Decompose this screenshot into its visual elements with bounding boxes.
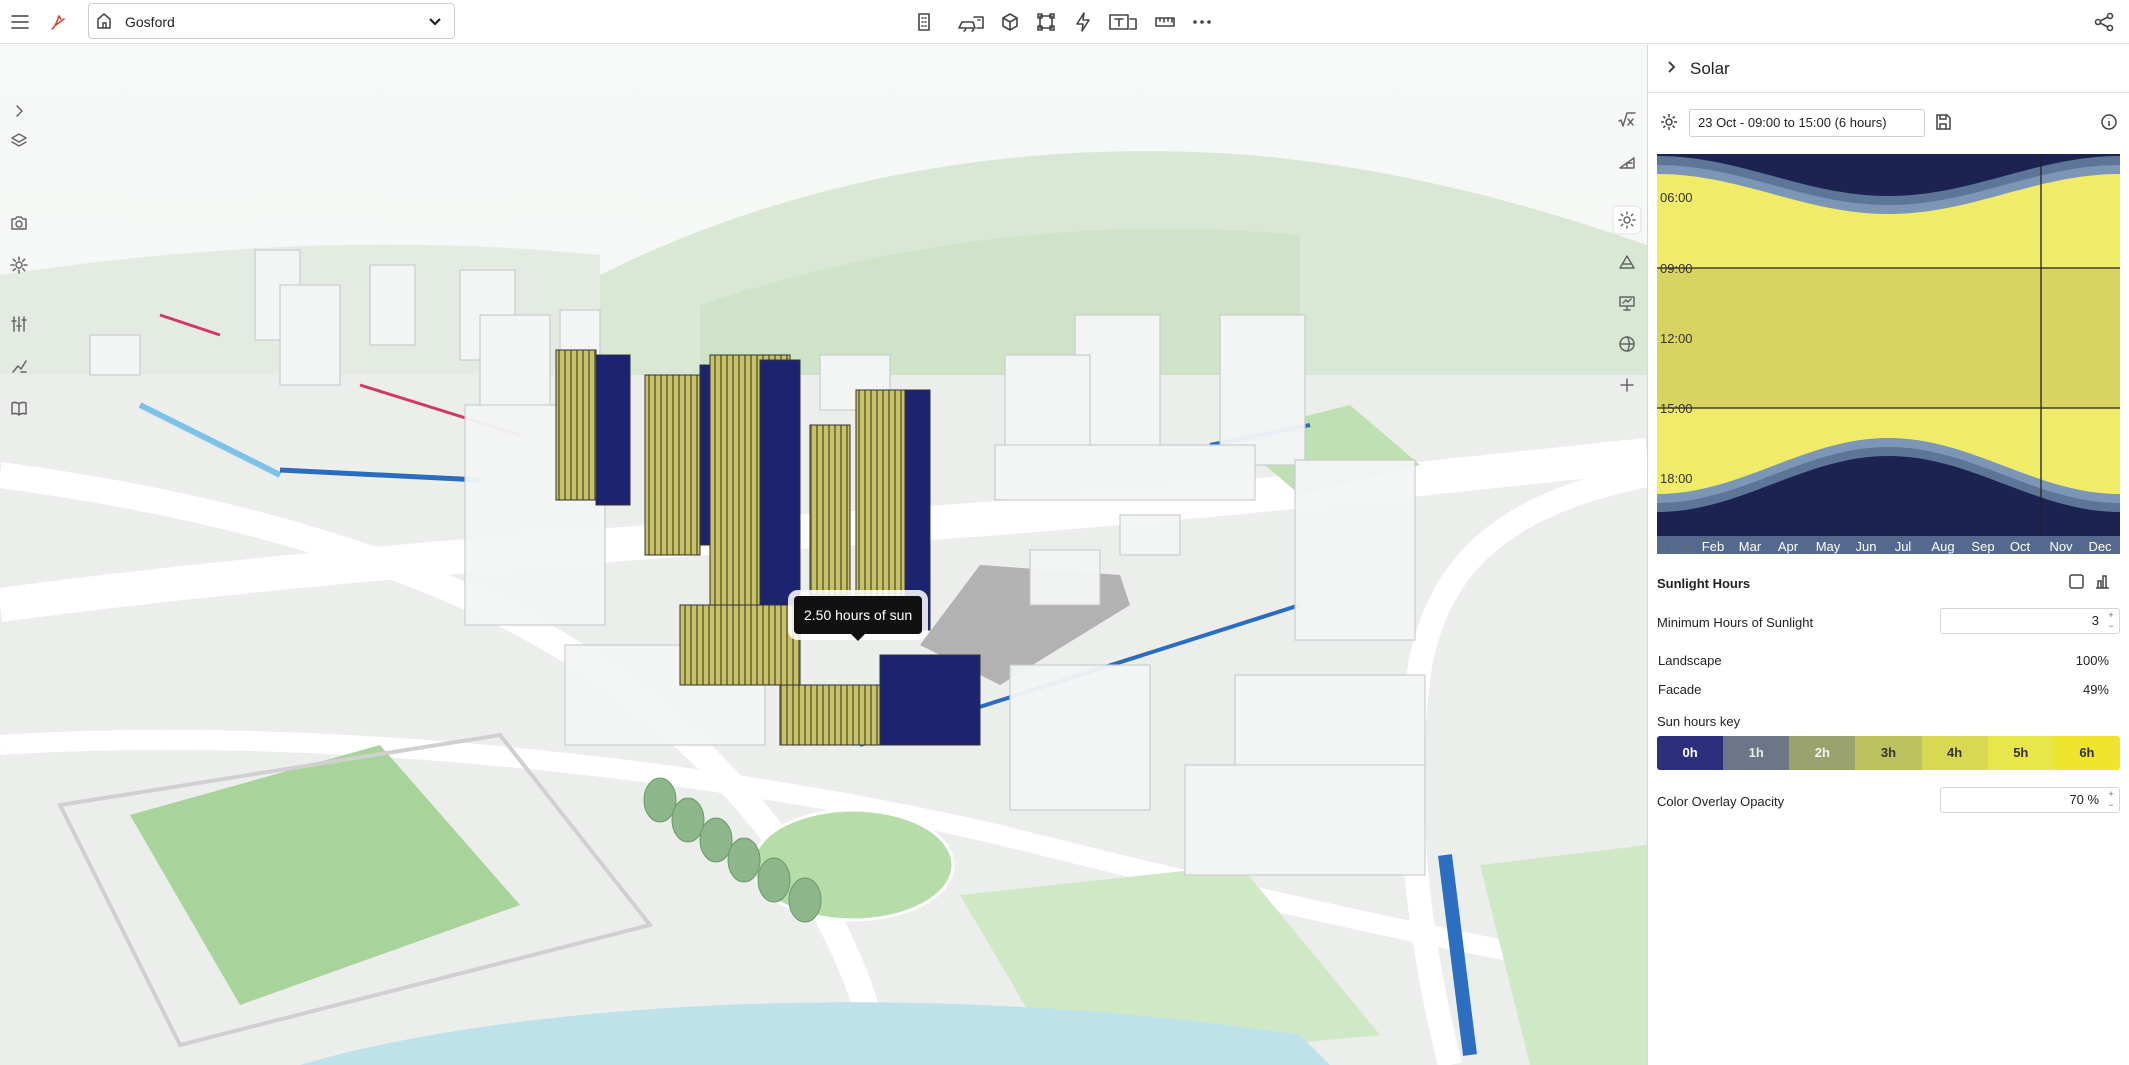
left-tool-rail [0,45,38,425]
sun-key-2h: 2h [1789,736,1856,770]
building-icon [95,11,117,33]
x-tick-label: May [1816,539,1841,554]
settings-icon[interactable] [6,252,32,278]
map-viewport[interactable]: 2.50 hours of sun [0,45,1647,1065]
y-tick-label: 12:00 [1660,331,1693,346]
info-icon[interactable] [2100,113,2120,133]
building-icon[interactable] [910,8,938,36]
analysis-icon[interactable] [6,353,32,379]
expand-icon[interactable] [6,98,32,124]
opacity-label: Color Overlay Opacity [1657,794,1785,809]
project-selector[interactable]: Gosford [88,3,455,39]
project-name: Gosford [125,14,175,30]
cube-icon[interactable] [996,8,1024,36]
top-toolbar: Gosford [0,0,2129,44]
car-park-icon[interactable] [953,8,989,36]
opacity-value: 70 [2069,792,2084,807]
opacity-input[interactable]: 70 % + − [1940,787,2120,813]
sun-hours-key: 0h 1h 2h 3h 4h 5h 6h [1657,736,2120,770]
x-tick-label: Feb [1702,539,1724,554]
date-range-row: 23 Oct - 09:00 to 15:00 (6 hours) [1648,107,2129,139]
solar-panel: Solar 23 Oct - 09:00 to 15:00 (6 hours) … [1647,45,2129,1065]
text-tool-icon[interactable] [1106,8,1140,36]
more-icon[interactable] [1188,8,1216,36]
sun-key-1h: 1h [1723,736,1790,770]
presentation-icon[interactable] [1614,290,1640,316]
y-tick-label: 06:00 [1660,190,1693,205]
square-view-icon[interactable] [2068,573,2088,593]
shapes-icon[interactable] [1614,148,1640,174]
formula-icon[interactable] [1614,107,1640,133]
x-tick-label: Sep [1971,539,1994,554]
y-tick-label: 09:00 [1660,261,1693,276]
x-tick-label: Nov [2049,539,2073,554]
x-tick-label: Apr [1778,539,1799,554]
sun-icon[interactable] [1614,207,1640,233]
sunlight-hours-heading: Sunlight Hours [1657,576,1751,591]
3d-city-scene[interactable] [0,45,1647,1065]
x-tick-label: Jun [1856,539,1877,554]
bounding-box-icon[interactable] [1032,8,1060,36]
menu-icon[interactable] [6,8,34,36]
x-tick-label: Mar [1739,539,1762,554]
date-range-field[interactable]: 23 Oct - 09:00 to 15:00 (6 hours) [1689,109,1925,137]
plus-icon[interactable] [1614,372,1640,398]
sun-key-3h: 3h [1855,736,1922,770]
globe-icon[interactable] [1614,331,1640,357]
sun-key-label: Sun hours key [1657,714,1741,729]
stepper-icon[interactable]: + − [2105,789,2117,811]
facade-value: 49% [2082,682,2109,697]
sun-key-6h: 6h [2053,736,2120,770]
right-tool-rail [1610,100,1646,420]
min-hours-value: 3 [2091,613,2099,628]
landscape-label: Landscape [1658,653,1722,668]
x-tick-label: Dec [2088,539,2112,554]
logo-icon[interactable] [44,8,72,36]
sun-path-chart[interactable]: 06:0009:0012:0015:0018:0021:00FebMarAprM… [1657,154,2120,554]
x-tick-label: Oct [2010,539,2031,554]
triangle-icon[interactable] [1614,249,1640,275]
measure-icon[interactable] [1151,8,1179,36]
min-hours-label: Minimum Hours of Sunlight [1657,615,1814,630]
panel-title: Solar [1690,59,1730,78]
sliders-icon[interactable] [6,311,32,337]
share-icon[interactable] [2090,8,2118,36]
lightning-icon[interactable] [1069,8,1097,36]
opacity-unit: % [2087,792,2099,807]
save-icon[interactable] [1934,113,1954,133]
x-tick-label: Jul [1895,539,1912,554]
stepper-icon[interactable]: + − [2105,610,2117,632]
sun-key-4h: 4h [1921,736,1988,770]
collapse-panel-icon[interactable] [1664,59,1684,79]
landscape-value: 100% [2075,653,2109,668]
sun-key-0h: 0h [1657,736,1724,770]
sun-key-5h: 5h [1987,736,2054,770]
sun-hours-tooltip: 2.50 hours of sun [794,596,923,641]
facade-label: Facade [1658,682,1702,697]
selected-window [1657,268,2120,408]
book-icon[interactable] [6,395,32,421]
min-hours-input[interactable]: 3 + − [1940,608,2120,634]
chevron-down-icon [426,12,446,32]
solar-settings-icon[interactable] [1660,113,1680,133]
camera-icon[interactable] [6,210,32,236]
y-tick-label: 18:00 [1660,471,1693,486]
x-tick-label: Aug [1931,539,1954,554]
bar-chart-icon[interactable] [2094,573,2114,593]
y-tick-label: 15:00 [1660,401,1693,416]
panel-header: Solar [1648,45,2129,93]
layers-icon[interactable] [6,128,32,154]
